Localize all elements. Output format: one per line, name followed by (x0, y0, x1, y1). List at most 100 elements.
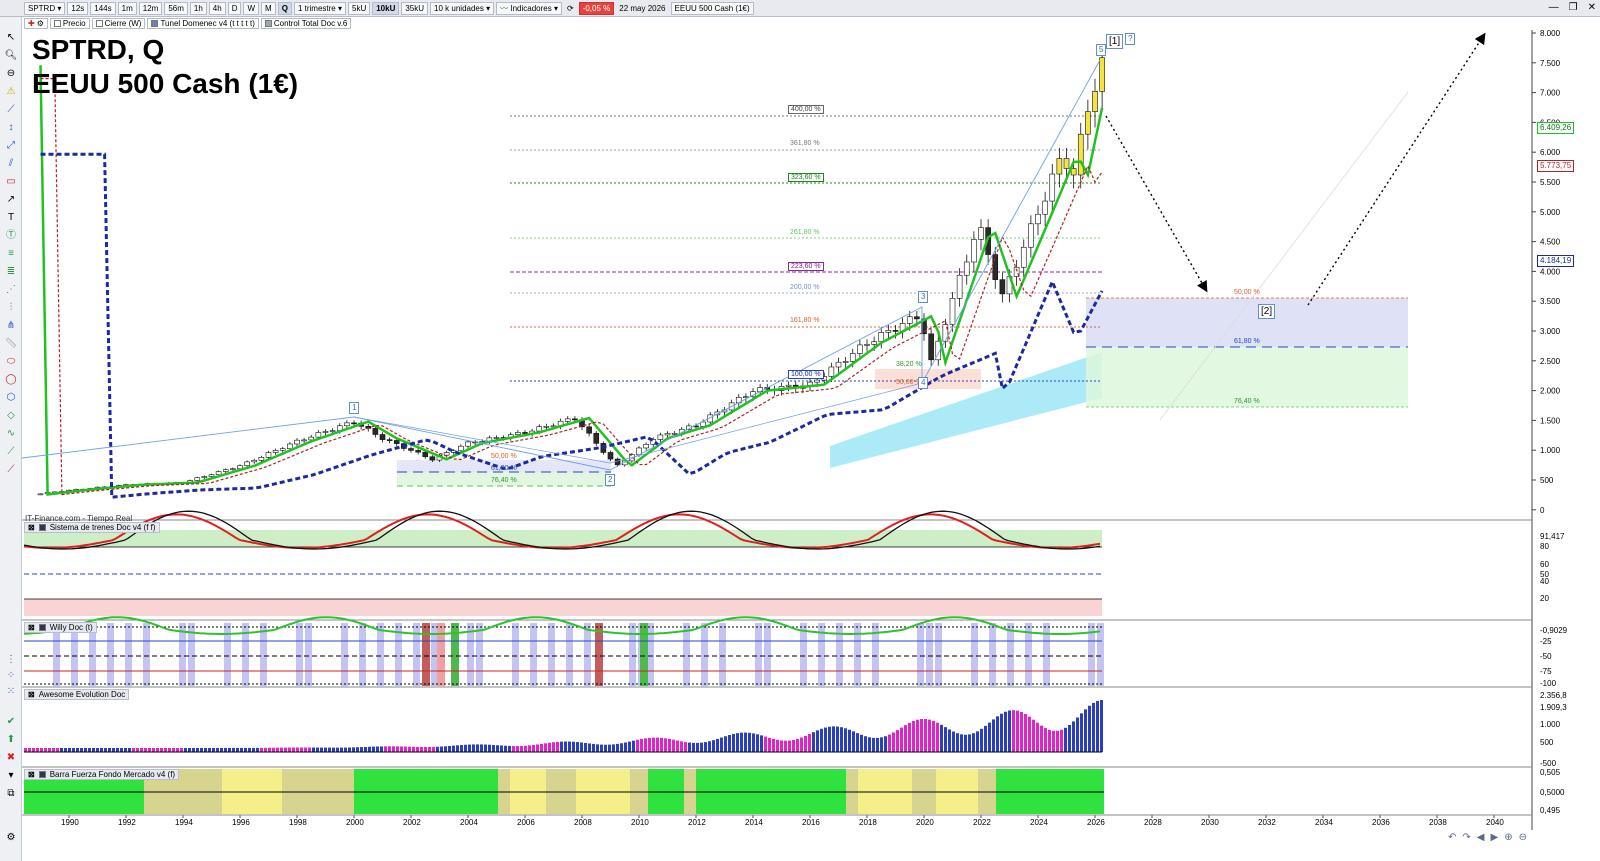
cycle-icon[interactable]: ∿ (4, 427, 18, 441)
fib-time-icon[interactable]: ⫶ (4, 301, 18, 315)
undo-icon[interactable]: ↶ (1448, 832, 1456, 843)
wave-label-3[interactable]: 3 (918, 291, 929, 303)
maximize-icon[interactable]: ❐ (1569, 2, 1578, 13)
overlay-control-total[interactable]: Control Total Doc v.6 (260, 18, 352, 29)
pointer-icon[interactable]: ↖ (4, 31, 18, 45)
awesome-bar (64, 748, 67, 752)
elliott-icon[interactable]: ⁘ (4, 669, 18, 683)
abc-icon[interactable]: ⁙ (4, 685, 18, 699)
symbol-selector[interactable]: SPTRD ▾ (24, 1, 66, 15)
pitchfork-icon[interactable]: ⋔ (4, 319, 18, 333)
fibonacci-icon[interactable]: ≡ (4, 247, 18, 261)
delete-icon[interactable]: ✖ (4, 751, 18, 765)
expand-icon[interactable]: ▾ (4, 769, 18, 783)
indicators-button[interactable]: 〰 Indicadores ▾ (496, 1, 562, 15)
alert-icon[interactable]: ⚠ (4, 85, 18, 99)
timeframe-1h[interactable]: 1h (189, 1, 207, 15)
ellipse-icon[interactable]: ⬭ (4, 355, 18, 369)
vertical-line-icon[interactable]: ⟋ (4, 463, 18, 477)
timeframe-12s[interactable]: 12s (67, 1, 89, 15)
scroll-right-icon[interactable]: ▶ (1490, 832, 1498, 843)
willy-bar (647, 623, 654, 686)
wave-label-4[interactable]: 4 (918, 377, 929, 389)
awesome-bar (768, 737, 771, 752)
awesome-bar (1020, 711, 1023, 752)
timeframe-144s[interactable]: 144s (90, 1, 116, 15)
awesome-bar (956, 733, 959, 752)
fib-extension-icon[interactable]: ≣ (4, 265, 18, 279)
zoom-out-icon[interactable]: ⊖ (4, 67, 18, 81)
label-icon[interactable]: Ⓣ (4, 229, 18, 243)
fib-fan-icon[interactable]: ⋰ (4, 283, 18, 297)
text-icon[interactable]: T (4, 211, 18, 225)
wave-tool-icon[interactable]: ⋮ (4, 653, 18, 667)
zoom-icon[interactable]: 🔍︎ (4, 49, 18, 63)
close-icon[interactable]: ✕ (1588, 2, 1596, 13)
channel-icon[interactable]: ⫽ (4, 157, 18, 171)
candle-body (785, 384, 792, 387)
close-pane-icon[interactable]: ⊠ (28, 689, 35, 700)
save-icon[interactable]: ⬆ (4, 733, 18, 747)
pane-header-willy[interactable]: ⊠ Willy Doc (t) (24, 622, 97, 633)
timeframe-m[interactable]: M (261, 1, 276, 15)
awesome-bar (328, 747, 331, 752)
close-pane-icon[interactable]: ⊠ (28, 522, 35, 533)
timeframe-d[interactable]: D (227, 1, 242, 15)
size-10ku[interactable]: 10kU (372, 1, 400, 15)
rectangle-icon[interactable]: ▭ (4, 175, 18, 189)
gann-icon[interactable]: ◇ (4, 409, 18, 423)
regression-icon[interactable]: ⟋ (4, 445, 18, 459)
close-pane-icon[interactable]: ⊠ (28, 769, 35, 780)
barra-axis-label: 0,505 (1540, 768, 1561, 777)
minimize-icon[interactable]: — (1549, 2, 1559, 13)
awesome-bar (692, 742, 695, 752)
candle-body (194, 477, 201, 481)
timeframe-q[interactable]: Q (277, 1, 292, 15)
willy-highlight-bar (437, 623, 445, 686)
wave-label-major-1[interactable]: [1] (1106, 34, 1124, 49)
ruler-icon[interactable]: 📏︎ (4, 337, 18, 351)
wave-label-1[interactable]: 1 (349, 402, 360, 414)
redo-icon[interactable]: ↷ (1462, 832, 1470, 843)
layers-icon[interactable]: ⧉ (4, 787, 18, 801)
wave-label-question[interactable]: ? (1125, 33, 1136, 45)
scroll-left-icon[interactable]: ◀ (1477, 832, 1485, 843)
wave-label-5[interactable]: 5 (1096, 44, 1107, 56)
check-icon[interactable]: ✔ (4, 715, 18, 729)
timeframe-1m[interactable]: 1m (117, 1, 137, 15)
refresh-icon[interactable]: ⟳ (564, 2, 577, 15)
wave-label-major-2[interactable]: [2] (1258, 304, 1276, 319)
timeframe-12m[interactable]: 12m (138, 1, 163, 15)
polygon-icon[interactable]: ⬡ (4, 391, 18, 405)
settings-gear-icon[interactable]: ⚙ (4, 831, 18, 845)
overlay-close[interactable]: Cierre (W) (91, 18, 146, 29)
period-selector[interactable]: 1 trimestre ▾ (293, 1, 346, 15)
chart-canvas[interactable]: 8.0007.5007.0006.5006.0005.5005.0004.500… (22, 30, 1600, 861)
circle-icon[interactable]: ◯ (4, 373, 18, 387)
awesome-bar (476, 744, 479, 752)
pane-header-barra[interactable]: ⊠ Barra Fuerza Fondo Mercado v4 (f) (24, 769, 180, 780)
wave-label-2[interactable]: 2 (605, 474, 616, 486)
add-overlay-button[interactable]: ✚ ⚙ (24, 18, 48, 29)
zoom-in-icon[interactable]: ⊕ (1504, 832, 1512, 843)
zoom-out-small-icon[interactable]: ⊖ (1519, 832, 1527, 843)
size-35ku[interactable]: 35kU (401, 1, 429, 15)
size-5ku[interactable]: 5kU (348, 1, 371, 15)
overlay-tunel[interactable]: Tunel Domenec v4 (t t t t t) (147, 18, 259, 29)
close-pane-icon[interactable]: ⊠ (28, 622, 35, 633)
pane-header-trenes[interactable]: ⊠ Sistema de trenes Doc v4 (f f) (24, 522, 160, 533)
timeframe-4h[interactable]: 4h (208, 1, 226, 15)
awesome-bar (1024, 714, 1027, 752)
ray-icon[interactable]: ⤢ (4, 139, 18, 153)
pane-header-awesome[interactable]: ⊠ Awesome Evolution Doc (24, 689, 130, 700)
trendline-icon[interactable]: ⟋ (4, 103, 18, 117)
overlay-price[interactable]: Precio (49, 18, 90, 29)
arrow-tool-icon[interactable]: ↗ (4, 193, 18, 207)
timeframe-56m[interactable]: 56m (164, 1, 188, 15)
candle-body (230, 468, 236, 471)
timeframe-w[interactable]: W (243, 1, 260, 15)
units-selector[interactable]: 10 k unidades ▾ (430, 1, 495, 15)
horizontal-line-icon[interactable]: ↕ (4, 121, 18, 135)
awesome-bar (412, 746, 415, 752)
awesome-bar (140, 748, 143, 752)
